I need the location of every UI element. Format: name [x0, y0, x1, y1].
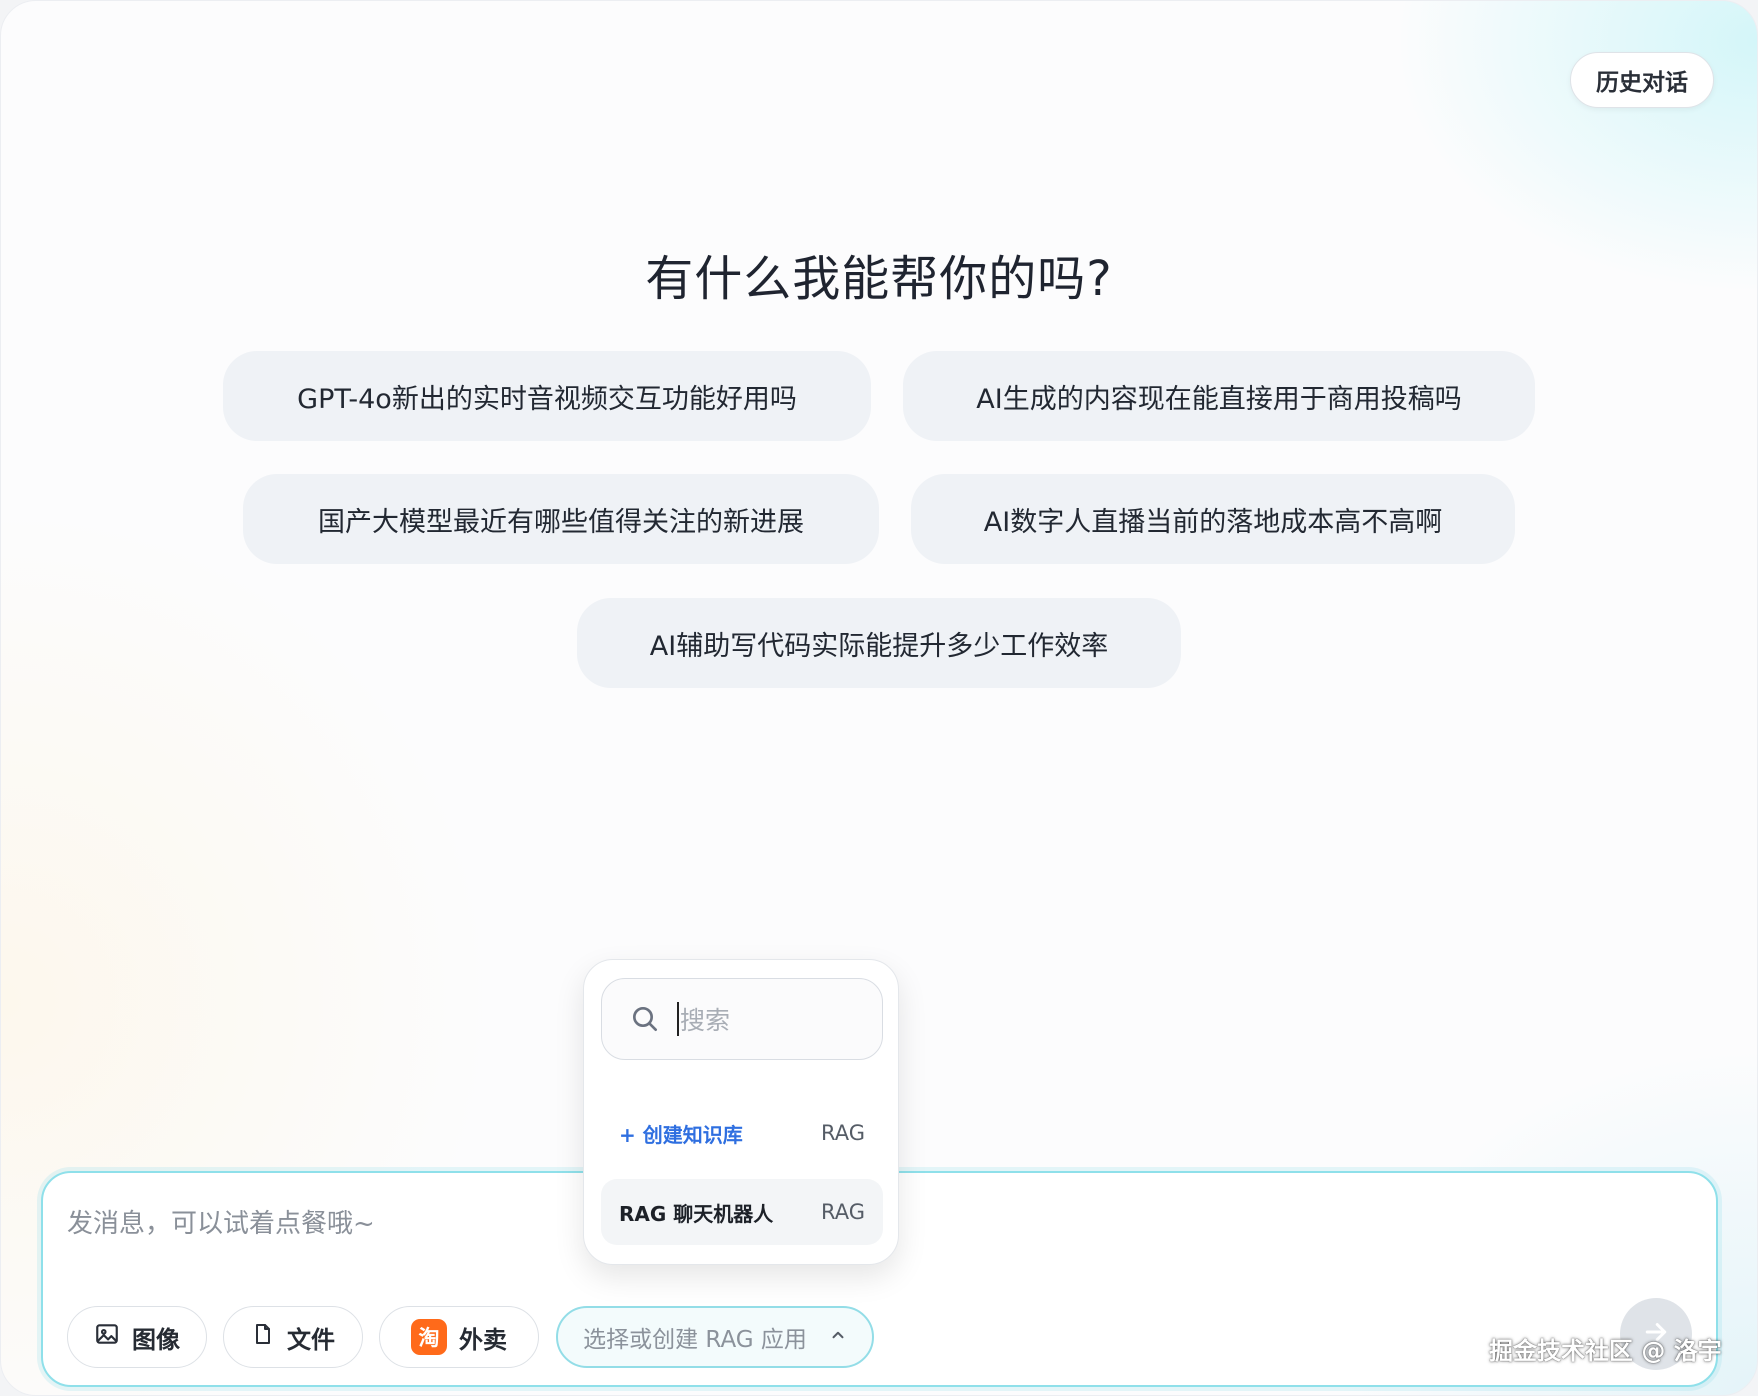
- rag-tag: RAG: [820, 1200, 865, 1224]
- rag-tag: RAG: [820, 1121, 865, 1145]
- suggestion-chip[interactable]: AI数字人直播当前的落地成本高不高啊: [911, 474, 1515, 564]
- rag-app-select[interactable]: 选择或创建 RAG 应用: [556, 1306, 874, 1368]
- suggestion-chip[interactable]: AI辅助写代码实际能提升多少工作效率: [577, 598, 1181, 688]
- text-caret: [677, 1002, 679, 1036]
- suggestion-chip[interactable]: GPT-4o新出的实时音视频交互功能好用吗: [223, 351, 871, 441]
- message-input-placeholder[interactable]: 发消息，可以试着点餐哦~: [67, 1203, 375, 1240]
- app-window: 历史对话 有什么我能帮你的吗? GPT-4o新出的实时音视频交互功能好用吗 AI…: [0, 0, 1758, 1396]
- create-knowledge-base-label: + 创建知识库: [619, 1122, 743, 1147]
- file-button[interactable]: 文件: [223, 1306, 363, 1368]
- rag-app-item-label: RAG 聊天机器人: [619, 1201, 774, 1226]
- create-knowledge-base-item[interactable]: + 创建知识库 RAG: [601, 1100, 883, 1166]
- file-icon: [251, 1321, 275, 1353]
- takeout-button-label: 外卖: [459, 1325, 507, 1354]
- image-button[interactable]: 图像: [67, 1306, 207, 1368]
- file-button-label: 文件: [287, 1325, 335, 1354]
- history-button[interactable]: 历史对话: [1570, 52, 1714, 108]
- taobao-icon: 淘: [411, 1319, 447, 1355]
- watermark: 掘金技术社区 @ 洛宇: [1489, 1337, 1722, 1365]
- image-button-label: 图像: [132, 1325, 180, 1354]
- search-icon: [629, 1003, 661, 1039]
- image-icon: [94, 1321, 120, 1353]
- rag-search-input[interactable]: [680, 1000, 870, 1040]
- rag-select-label: 选择或创建 RAG 应用: [583, 1327, 807, 1353]
- takeout-button[interactable]: 淘 外卖: [379, 1306, 539, 1368]
- page-title: 有什么我能帮你的吗?: [645, 251, 1113, 307]
- suggestion-chip[interactable]: AI生成的内容现在能直接用于商用投稿吗: [903, 351, 1535, 441]
- rag-app-item[interactable]: RAG 聊天机器人 RAG: [601, 1179, 883, 1245]
- chevron-up-icon: [829, 1324, 847, 1350]
- suggestion-chip[interactable]: 国产大模型最近有哪些值得关注的新进展: [243, 474, 879, 564]
